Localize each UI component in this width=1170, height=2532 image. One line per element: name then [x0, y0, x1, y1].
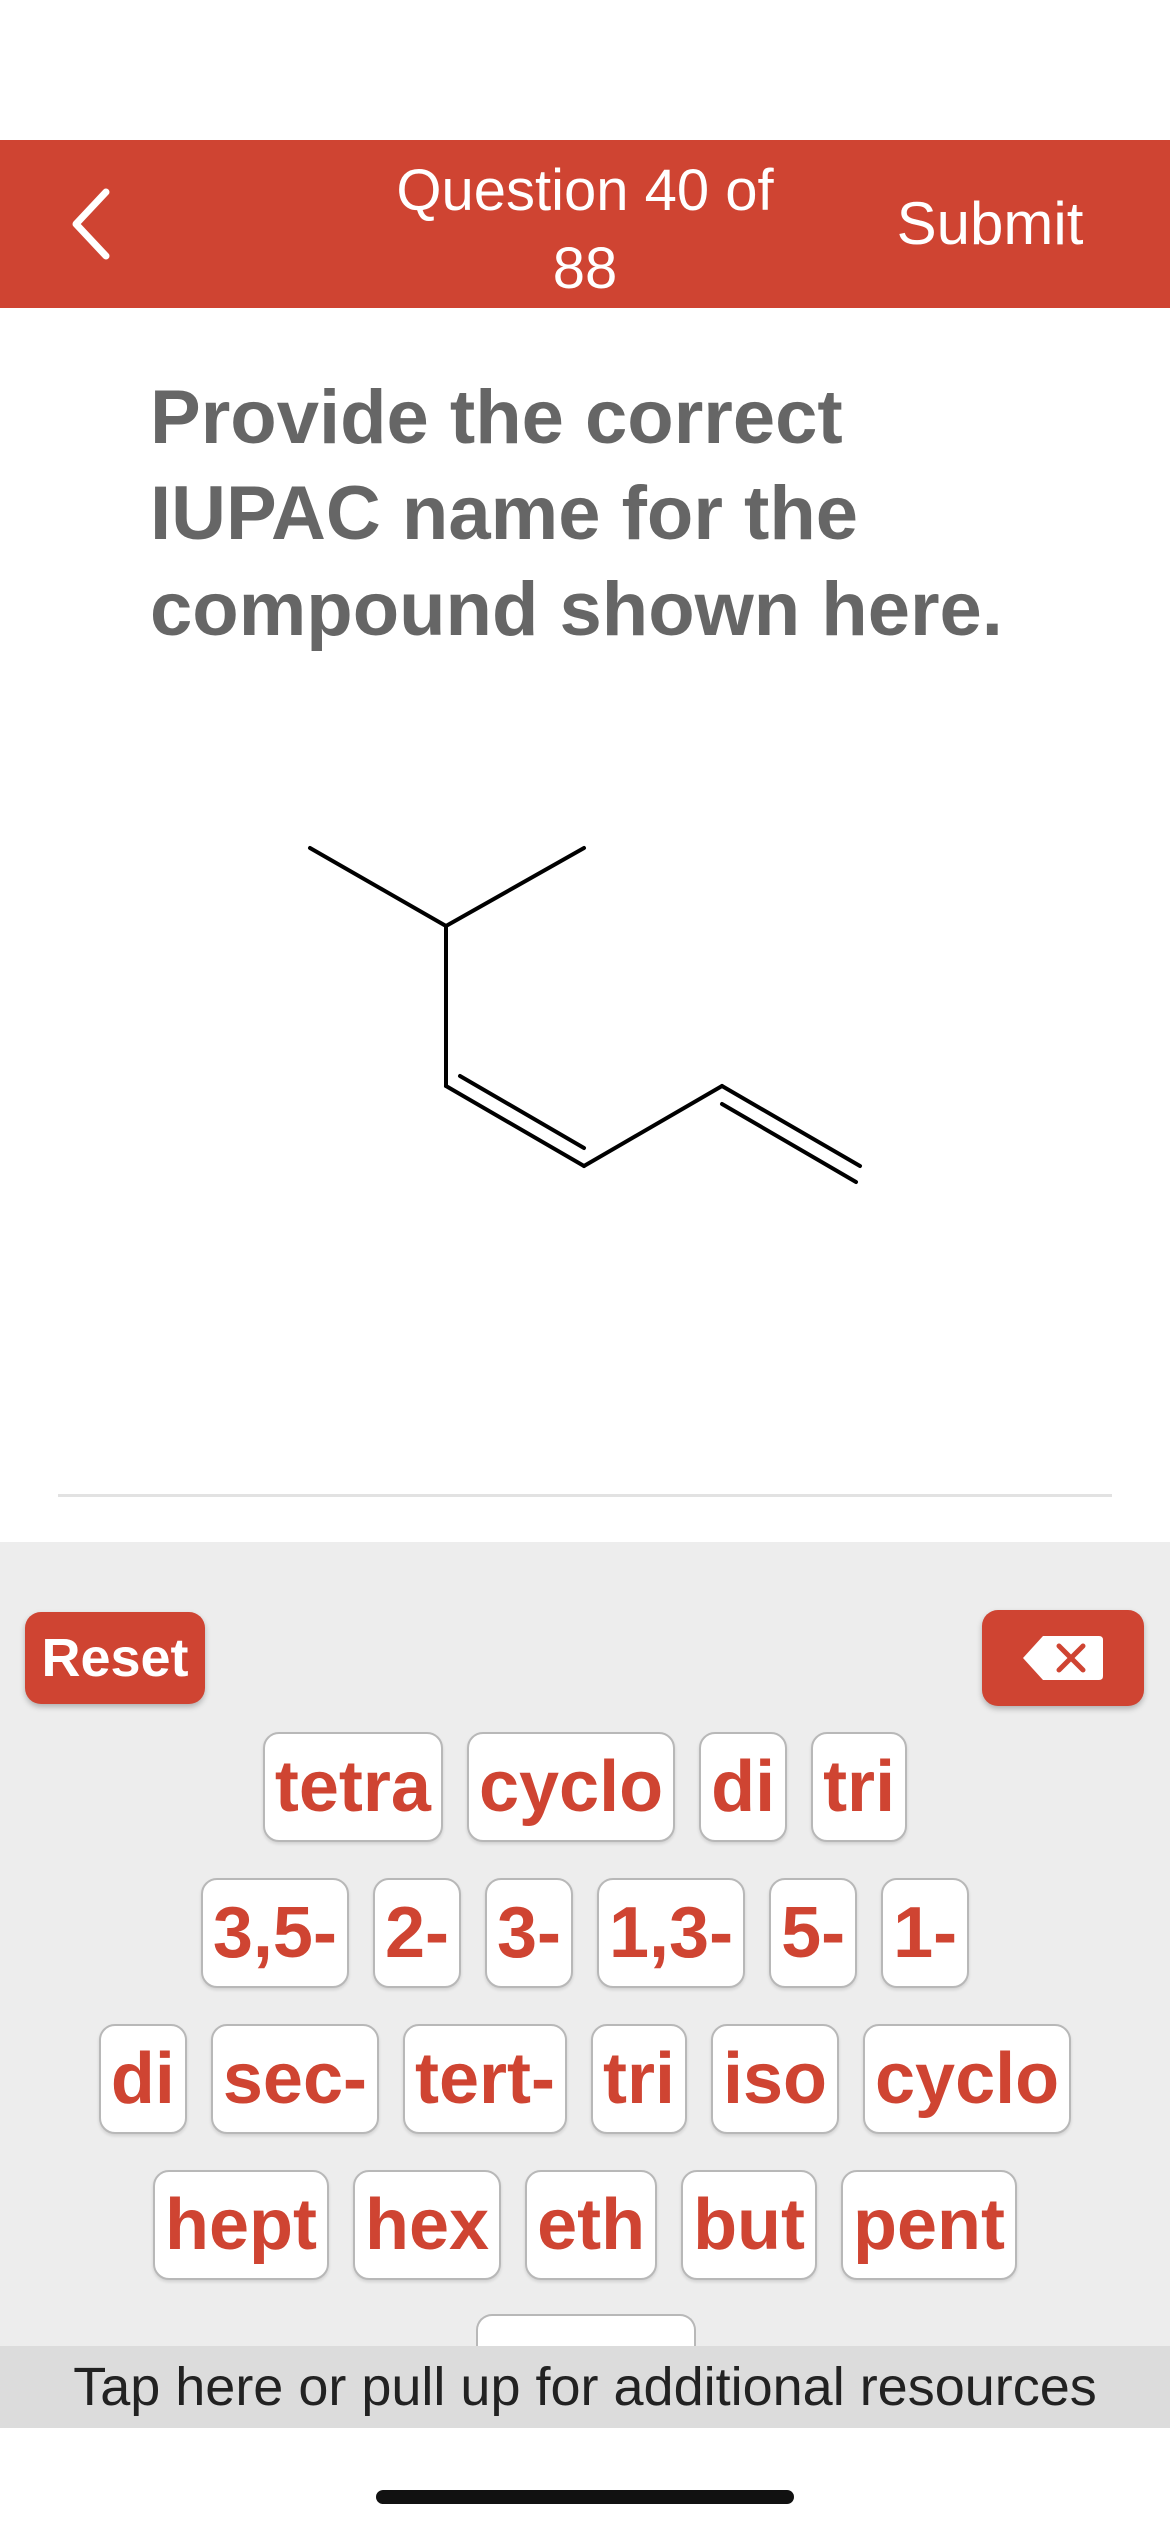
question-prompt: Provide the correct IUPAC name for the c…	[150, 370, 1050, 658]
question-counter: Question 40 of 88	[330, 152, 840, 308]
key-tri-2[interactable]: tri	[590, 2024, 687, 2134]
key-2[interactable]: 2-	[372, 1878, 461, 1988]
additional-resources-bar[interactable]: Tap here or pull up for additional resou…	[0, 2346, 1170, 2428]
key-tert[interactable]: tert-	[402, 2024, 567, 2134]
reset-button[interactable]: Reset	[25, 1612, 205, 1704]
key-di-2[interactable]: di	[98, 2024, 187, 2134]
key-row-4: hept hex eth but pent	[0, 2170, 1170, 2280]
key-row-2: 3,5- 2- 3- 1,3- 5- 1-	[0, 1878, 1170, 1988]
submit-button[interactable]: Submit	[870, 184, 1110, 264]
question-counter-line2: 88	[552, 236, 618, 301]
bond-double-1b	[458, 1074, 586, 1150]
home-indicator[interactable]	[376, 2490, 794, 2504]
key-but[interactable]: but	[681, 2170, 817, 2280]
divider	[58, 1494, 1112, 1497]
backspace-icon	[1023, 1636, 1103, 1680]
key-3[interactable]: 3-	[484, 1878, 573, 1988]
question-line-1: Provide the correct	[150, 375, 843, 460]
bond-methyl-right	[444, 846, 586, 928]
key-row-1: tetra cyclo di tri	[0, 1732, 1170, 1842]
bond-single	[582, 1084, 724, 1168]
key-pent[interactable]: pent	[841, 2170, 1017, 2280]
header-bar: Question 40 of 88 Submit	[0, 140, 1170, 308]
key-eth[interactable]: eth	[525, 2170, 658, 2280]
bond-methyl-left	[308, 846, 448, 928]
key-sec[interactable]: sec-	[210, 2024, 379, 2134]
key-tri[interactable]: tri	[811, 1732, 908, 1842]
key-row-3: di sec- tert- tri iso cyclo	[0, 2024, 1170, 2134]
key-cyclo-2[interactable]: cyclo	[863, 2024, 1072, 2134]
key-1[interactable]: 1-	[881, 1878, 970, 1988]
key-cyclo[interactable]: cyclo	[466, 1732, 676, 1842]
key-3-5[interactable]: 3,5-	[200, 1878, 349, 1988]
bond-double-2b	[720, 1102, 858, 1184]
question-counter-line1: Question 40 of	[396, 158, 774, 223]
molecule-structure	[308, 846, 862, 1184]
chevron-left-icon	[72, 188, 110, 260]
bond-double-1a	[444, 1084, 586, 1168]
key-hept[interactable]: hept	[153, 2170, 329, 2280]
question-line-2: IUPAC name for the	[150, 471, 859, 556]
key-hex[interactable]: hex	[352, 2170, 502, 2280]
key-iso[interactable]: iso	[710, 2024, 839, 2134]
question-line-3: compound shown here.	[150, 567, 1003, 652]
backspace-button[interactable]	[982, 1610, 1144, 1706]
answer-keyboard: Reset tetra cyclo di tri 3,5- 2- 3- 1,3-…	[0, 1542, 1170, 2356]
bond-double-2a	[720, 1084, 862, 1168]
key-5[interactable]: 5-	[769, 1878, 858, 1988]
back-button[interactable]	[52, 184, 132, 264]
key-1-3[interactable]: 1,3-	[597, 1878, 746, 1988]
key-tetra[interactable]: tetra	[262, 1732, 443, 1842]
key-di[interactable]: di	[699, 1732, 788, 1842]
